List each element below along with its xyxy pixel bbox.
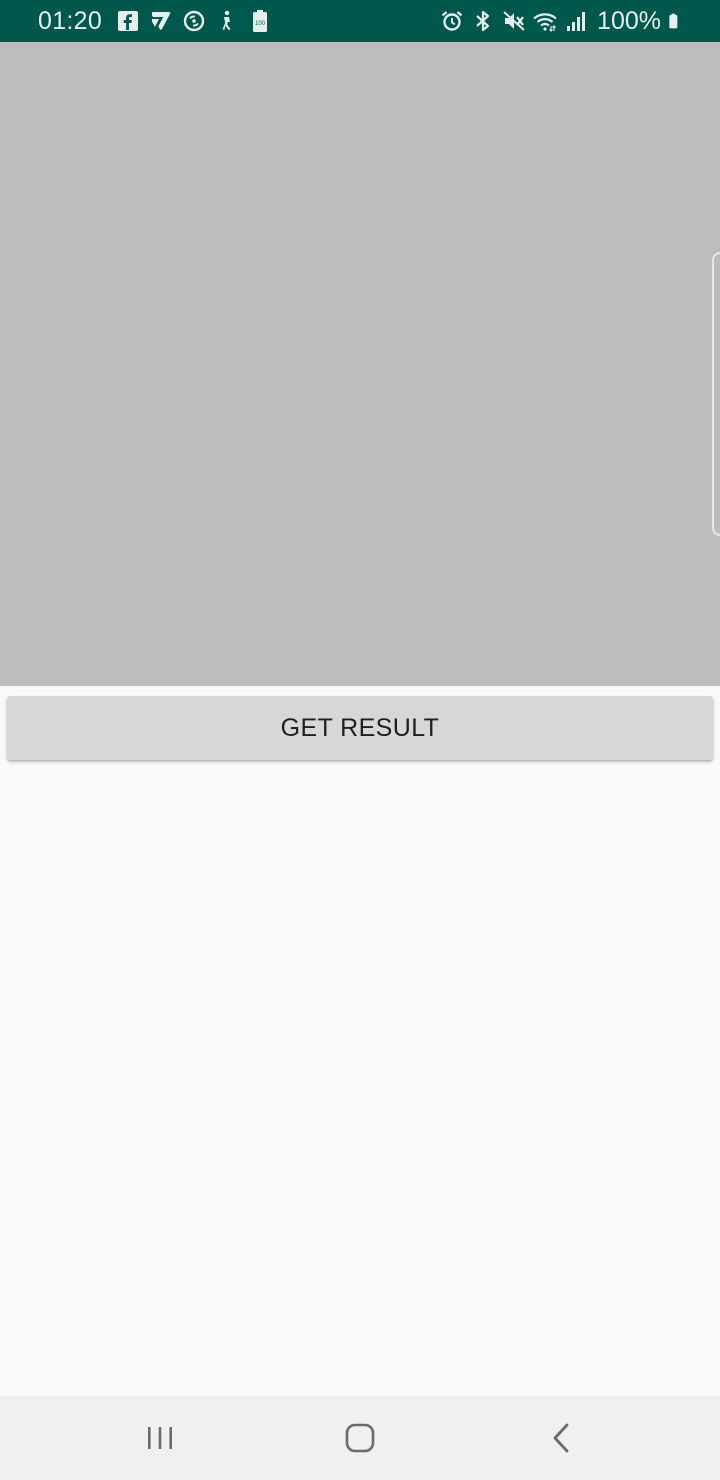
bluetooth-icon	[476, 10, 490, 32]
back-icon	[553, 1423, 569, 1453]
status-bar: 01:20 100 100%	[0, 0, 720, 42]
sync-icon	[183, 10, 205, 32]
edge-panel-handle[interactable]	[712, 252, 720, 536]
recent-apps-icon	[148, 1427, 172, 1449]
alarm-icon	[441, 11, 463, 31]
battery-saver-icon: 100	[253, 10, 267, 32]
back-button[interactable]	[502, 1396, 622, 1480]
notification-icons: 100	[116, 8, 272, 34]
battery-percent: 100%	[597, 7, 661, 35]
system-icons: 100%	[440, 8, 684, 34]
recent-apps-button[interactable]	[100, 1396, 220, 1480]
get-result-button[interactable]: GET RESULT	[7, 696, 713, 760]
svg-text:100: 100	[255, 21, 266, 27]
wifi-icon	[533, 13, 557, 32]
preview-area	[0, 42, 720, 686]
accessibility-icon	[222, 10, 231, 31]
signal-icon	[567, 12, 586, 31]
app-screen: 01:20 100 100% GET RESULT	[0, 0, 720, 1480]
mute-icon	[503, 11, 525, 31]
status-time: 01:20	[38, 7, 103, 35]
result-area	[0, 770, 720, 1396]
navigation-bar	[0, 1396, 720, 1480]
battery-icon	[669, 13, 678, 29]
home-icon	[345, 1423, 375, 1453]
facebook-icon	[118, 11, 138, 31]
app-7-icon	[152, 12, 171, 30]
home-button[interactable]	[300, 1396, 420, 1480]
